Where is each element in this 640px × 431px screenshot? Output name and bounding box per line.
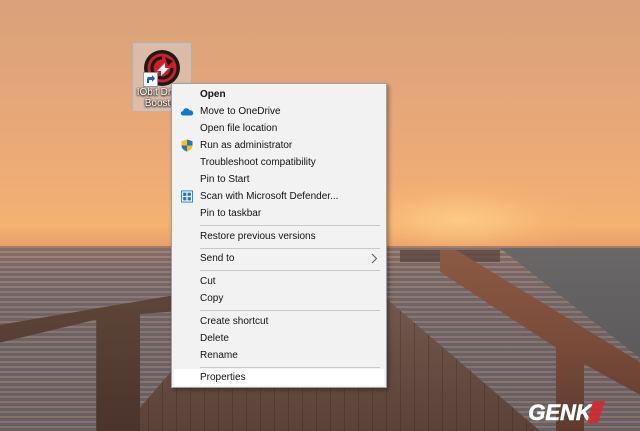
menu-item-rename[interactable]: Rename [174, 347, 384, 364]
menu-item-label: Pin to Start [200, 174, 250, 185]
genk-watermark-logo: GENK [528, 400, 605, 425]
menu-item-label: Troubleshoot compatibility [200, 157, 316, 168]
menu-item-label: Run as administrator [200, 140, 293, 151]
menu-item-label: Open [200, 89, 226, 100]
menu-item-label: Pin to taskbar [200, 208, 262, 219]
menu-item-label: Restore previous versions [200, 231, 316, 242]
menu-item-send-to[interactable]: Send to [174, 250, 384, 267]
menu-item-label: Scan with Microsoft Defender... [200, 191, 339, 202]
menu-separator [200, 310, 380, 311]
context-menu: Open Move to OneDrive Open file location… [171, 83, 387, 388]
chevron-right-icon [371, 253, 378, 264]
menu-item-properties[interactable]: Properties [174, 369, 384, 386]
menu-separator [200, 270, 380, 271]
menu-item-label: Move to OneDrive [200, 106, 281, 117]
defender-icon [181, 190, 193, 203]
onedrive-cloud-icon [180, 108, 194, 116]
menu-item-label: Send to [200, 253, 235, 264]
menu-item-scan-with-defender[interactable]: Scan with Microsoft Defender... [174, 188, 384, 205]
menu-item-label: Properties [200, 372, 246, 383]
menu-item-move-to-onedrive[interactable]: Move to OneDrive [174, 103, 384, 120]
menu-item-label: Rename [200, 350, 238, 361]
menu-item-open-file-location[interactable]: Open file location [174, 120, 384, 137]
menu-item-label: Open file location [200, 123, 278, 134]
menu-item-label: Copy [200, 293, 224, 304]
shortcut-arrow-icon [143, 72, 158, 87]
menu-item-copy[interactable]: Copy [174, 290, 384, 307]
menu-item-create-shortcut[interactable]: Create shortcut [174, 313, 384, 330]
menu-separator [200, 367, 380, 368]
menu-item-delete[interactable]: Delete [174, 330, 384, 347]
menu-item-pin-to-start[interactable]: Pin to Start [174, 171, 384, 188]
menu-item-pin-to-taskbar[interactable]: Pin to taskbar [174, 205, 384, 222]
menu-item-open[interactable]: Open [174, 86, 384, 103]
menu-item-label: Delete [200, 333, 229, 344]
menu-item-label: Create shortcut [200, 316, 269, 327]
menu-separator [200, 248, 380, 249]
uac-shield-icon [181, 139, 193, 152]
menu-separator [200, 225, 380, 226]
menu-item-troubleshoot-compatibility[interactable]: Troubleshoot compatibility [174, 154, 384, 171]
menu-item-label: Cut [200, 276, 216, 287]
genk-watermark-text: GENK [528, 400, 594, 425]
menu-item-run-as-administrator[interactable]: Run as administrator [174, 137, 384, 154]
menu-item-cut[interactable]: Cut [174, 273, 384, 290]
menu-item-restore-previous-versions[interactable]: Restore previous versions [174, 228, 384, 245]
